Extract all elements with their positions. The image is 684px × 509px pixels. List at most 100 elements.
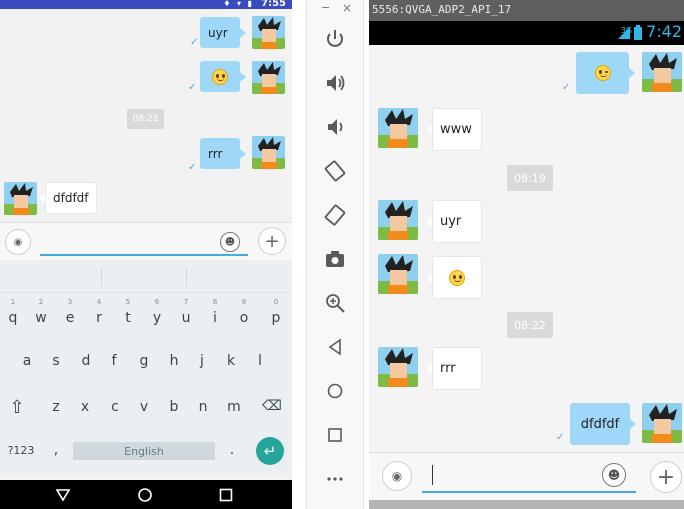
close-icon[interactable]: × [342,1,352,15]
comma-key[interactable]: , [46,442,66,458]
volume-down-icon[interactable] [324,116,346,138]
message-bubble-in[interactable] [426,256,482,299]
goku-avatar-icon[interactable] [378,108,418,148]
right-device-screen: 5556:QVGA_ADP2_API_17 3G 7:42 ✓ www 08:1… [369,0,684,509]
status-time: 7:55 [261,0,286,9]
window-title: 5556:QVGA_ADP2_API_17 [372,3,512,16]
message-text: rrr [440,361,456,376]
emoji-picker-icon[interactable]: ☻ [602,463,626,487]
timestamp-badge: 08:22 [507,312,553,338]
home-icon[interactable] [324,380,346,402]
message-bubble-out[interactable] [576,52,635,94]
key-k[interactable]: k [221,353,241,369]
signal-icon [618,27,630,39]
message-text: dfdfdf [53,191,89,205]
delivered-tick-icon: ✓ [562,82,571,93]
rotate-right-icon[interactable] [324,204,346,226]
emulator-title-bar: 5556:QVGA_ADP2_API_17 [369,0,684,21]
message-bubble-in[interactable]: www [426,108,482,151]
message-bubble-out[interactable]: uyr [200,17,246,48]
message-input[interactable] [40,254,248,256]
message-bubble-out[interactable]: rrr [200,138,246,169]
message-bubble-in[interactable]: rrr [426,347,482,390]
recents-nav-icon[interactable] [219,488,233,502]
key-c[interactable]: c [105,399,125,415]
key-d[interactable]: d [76,353,96,369]
key-x[interactable]: x [75,399,95,415]
goku-avatar-icon[interactable] [378,200,418,240]
key-s[interactable]: s [46,353,66,369]
message-text: uyr [440,214,462,229]
key-f[interactable]: f [104,353,124,369]
emoji-picker-icon[interactable]: ☻ [220,232,240,252]
timestamp-badge: 08:19 [507,165,553,191]
volume-up-icon[interactable] [324,72,346,94]
camera-icon[interactable] [324,248,346,270]
shift-key-icon[interactable]: ⇧ [7,397,27,418]
key-z[interactable]: z [46,399,66,415]
minimize-icon[interactable]: − [321,1,330,14]
goku-avatar-icon[interactable] [252,16,285,49]
symbols-key[interactable]: ?123 [6,444,36,457]
key-t[interactable]: 5t [118,298,138,326]
message-text: www [440,122,472,137]
message-text: rrr [208,146,223,161]
key-e[interactable]: 3e [60,298,80,326]
key-m[interactable]: m [224,399,244,415]
period-key[interactable]: . [222,442,242,458]
key-l[interactable]: l [250,353,270,369]
message-bubble-out[interactable] [200,61,246,92]
backspace-key-icon[interactable]: ⌫ [262,398,282,414]
key-p[interactable]: 0p [266,298,286,326]
voice-input-icon[interactable]: ◉ [5,229,31,255]
goku-avatar-icon[interactable] [642,52,682,92]
overview-icon[interactable] [324,424,346,446]
back-nav-icon[interactable] [55,488,71,502]
key-j[interactable]: j [192,353,212,369]
key-o[interactable]: 9o [234,298,254,326]
goku-avatar-icon[interactable] [642,403,682,443]
message-bubble-in[interactable]: uyr [426,200,482,243]
goku-avatar-icon[interactable] [252,61,285,94]
voice-input-icon[interactable]: ◉ [382,461,412,491]
more-icon[interactable] [324,468,346,490]
key-y[interactable]: 6y [147,298,167,326]
key-w[interactable]: 2w [31,298,51,326]
goku-avatar-icon[interactable] [252,136,285,169]
smiley-emoji-icon [449,269,465,286]
message-bubble-out[interactable]: dfdfdf [570,403,636,445]
chat-input-bar: ◉ ☻ + [0,222,292,260]
key-q[interactable]: 1q [3,298,23,326]
left-device-screen: ♦ ▾ ▮ 7:55 ✓ uyr ✓ 08:22 ✓ rrr dfdfdf ◉ … [0,0,292,509]
timestamp-badge: 08:22 [127,109,164,129]
key-i[interactable]: 8i [205,298,225,326]
key-b[interactable]: b [164,399,184,415]
back-icon[interactable] [324,336,346,358]
key-r[interactable]: 4r [89,298,109,326]
battery-icon [634,25,642,40]
delivered-tick-icon: ✓ [188,162,197,173]
enter-key-icon[interactable]: ↵ [256,437,284,465]
smiley-emoji-icon [212,68,228,85]
message-input[interactable] [422,491,636,493]
goku-avatar-icon[interactable] [4,182,37,215]
rotate-left-icon[interactable] [324,160,346,182]
power-icon[interactable] [324,28,346,50]
message-bubble-in[interactable]: dfdfdf [39,182,97,214]
space-key[interactable]: English [73,442,215,460]
goku-avatar-icon[interactable] [378,254,418,294]
key-u[interactable]: 7u [176,298,196,326]
key-a[interactable]: a [17,353,37,369]
delivered-tick-icon: ✓ [190,37,199,48]
home-nav-icon[interactable] [137,487,153,503]
add-attachment-icon[interactable]: + [258,227,286,255]
delivered-tick-icon: ✓ [556,432,565,443]
delivered-tick-icon: ✓ [188,82,197,93]
key-h[interactable]: h [164,353,184,369]
key-v[interactable]: v [134,399,154,415]
goku-avatar-icon[interactable] [378,347,418,387]
key-n[interactable]: n [193,399,213,415]
key-g[interactable]: g [134,353,154,369]
zoom-icon[interactable] [324,292,346,314]
add-attachment-icon[interactable]: + [650,461,682,493]
